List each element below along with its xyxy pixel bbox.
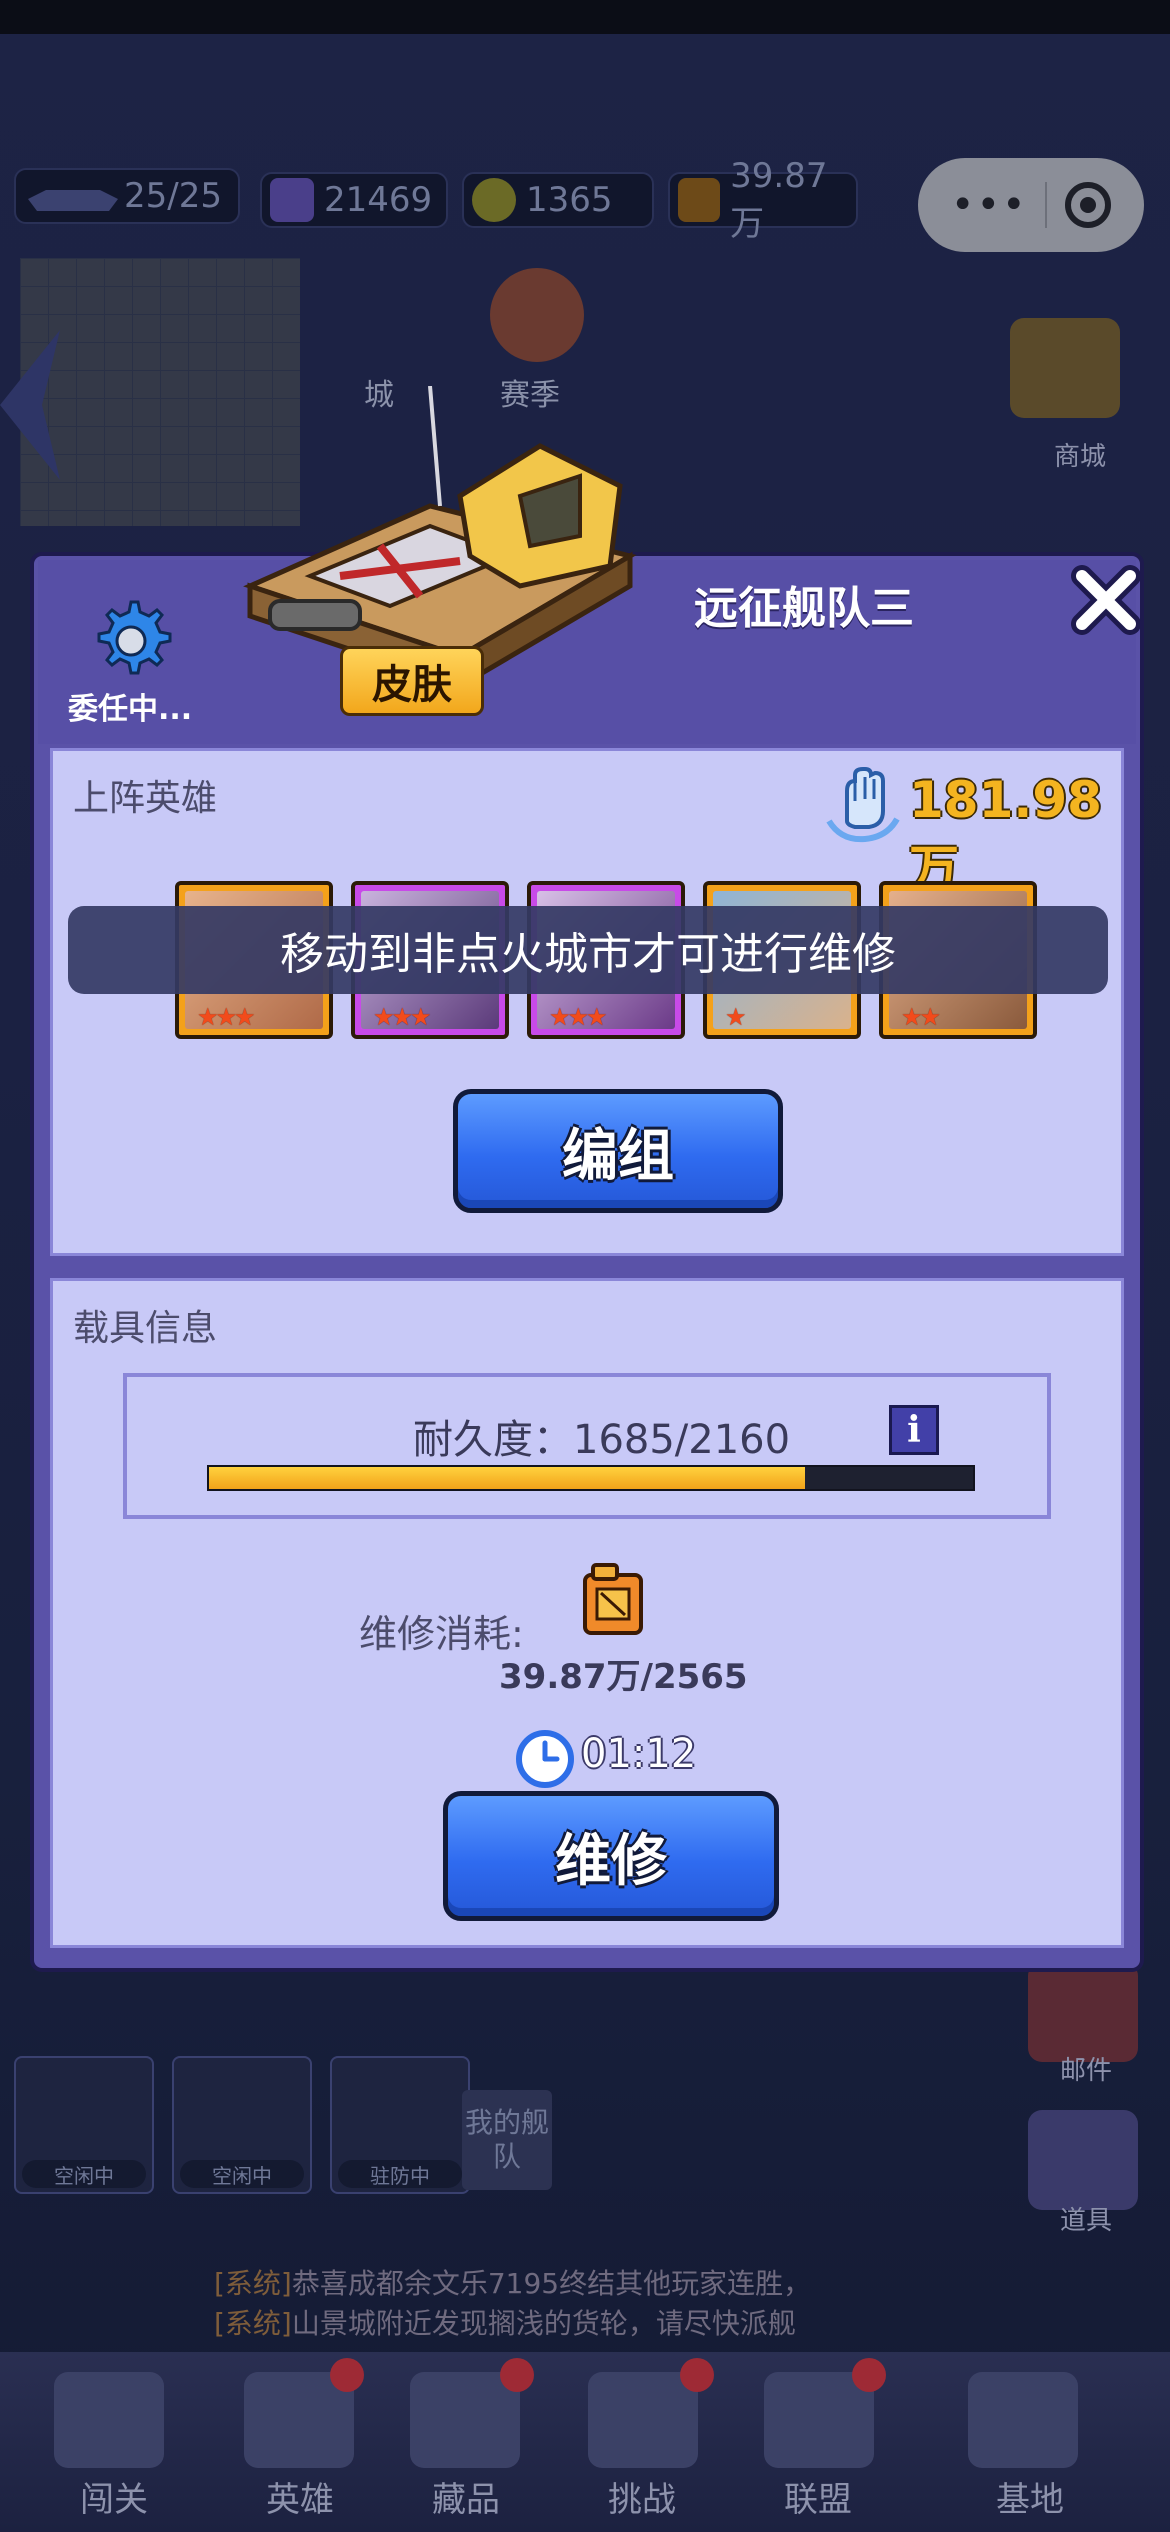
badge-dot [500, 2358, 534, 2392]
badge-dot [852, 2358, 886, 2392]
hero-stars: ★★★ [373, 1003, 432, 1031]
close-program-icon[interactable] [1065, 182, 1112, 228]
squad-status: 空闲中 [22, 2160, 146, 2188]
gear-icon[interactable] [86, 596, 176, 686]
nav-base[interactable]: 基地 [960, 2472, 1100, 2521]
nav-base-icon[interactable] [968, 2372, 1078, 2468]
vehicle-panel: 载具信息 耐久度：1685/2160 i 维修消耗: 39.87万/2565 0… [50, 1278, 1124, 1948]
currency1-value: 21469 [324, 180, 433, 220]
squad-card-3[interactable]: 驻防中 [330, 2056, 470, 2194]
system-text: 恭喜成都余文乐7195终结其他玩家连胜， [291, 2267, 812, 2300]
ship-icon [28, 190, 118, 211]
items-label: 道具 [1060, 2206, 1113, 2236]
more-icon[interactable]: ••• [951, 182, 1028, 228]
items-bag-icon[interactable] [1028, 2110, 1138, 2210]
nav-collection[interactable]: 藏品 [396, 2472, 536, 2521]
nav-hero[interactable]: 英雄 [230, 2472, 370, 2521]
nav-challenge-icon[interactable] [588, 2372, 698, 2468]
squad-card-2[interactable]: 空闲中 [172, 2056, 312, 2194]
nav-alliance[interactable]: 联盟 [748, 2472, 888, 2521]
hero-stars: ★★★ [549, 1003, 608, 1031]
fleet-count: 25/25 [124, 176, 222, 216]
hero-stars: ★★ [901, 1003, 941, 1031]
fist-power-icon [826, 767, 900, 843]
fleet-count-pill: 25/25 [14, 168, 240, 224]
capsule-divider [1045, 182, 1048, 228]
system-message-2: [系统]山景城附近发现搁浅的货轮，请尽快派舰 [214, 2302, 796, 2342]
fuel-value: 39.87万 [730, 155, 828, 244]
durability-progress-bar [207, 1465, 975, 1491]
system-message-1: [系统]恭喜成都余文乐7195终结其他玩家连胜， [214, 2262, 811, 2302]
mini-program-capsule[interactable]: ••• [918, 158, 1144, 252]
dialog-title: 远征舰队三 [694, 583, 914, 634]
anchor-icon[interactable] [490, 268, 584, 362]
fuel-can-icon [583, 1563, 643, 1635]
squad-card-1[interactable]: 空闲中 [14, 2056, 154, 2194]
squad-status: 空闲中 [180, 2160, 304, 2188]
hero-stars: ★★★ [197, 1003, 256, 1031]
my-fleet-tab[interactable]: 我的舰队 [462, 2090, 552, 2190]
close-icon[interactable] [1068, 562, 1144, 638]
vehicle-panel-title: 载具信息 [73, 1308, 218, 1349]
durability-box: 耐久度：1685/2160 i [123, 1373, 1051, 1519]
hero-stars: ★ [725, 1003, 746, 1031]
nav-stage[interactable]: 闯关 [44, 2472, 184, 2521]
fleet-dialog: 委任中... 皮肤 远征舰队三 上阵英雄 181.98万 ★★★ ★★★ ★★★… [30, 386, 1144, 1972]
durability-label: 耐久度：1685/2160 [413, 1417, 791, 1463]
currency2-value: 1365 [526, 180, 613, 220]
squad-status: 驻防中 [338, 2160, 462, 2188]
shop-label: 商城 [1054, 442, 1107, 472]
clock-icon [516, 1730, 574, 1788]
shop-icon[interactable] [1010, 318, 1120, 418]
fuel-pill: 39.87万 [668, 156, 858, 244]
info-icon[interactable]: i [889, 1405, 939, 1455]
badge-dot [680, 2358, 714, 2392]
currency1-pill: 21469 [260, 172, 448, 228]
badge-dot [330, 2358, 364, 2392]
currency2-pill: 1365 [462, 172, 654, 228]
durability-progress-fill [209, 1467, 805, 1489]
toast-message: 移动到非点火城市才可进行维修 [68, 906, 1108, 994]
bean-icon [472, 178, 516, 222]
system-text: 山景城附近发现搁浅的货轮，请尽快派舰 [291, 2307, 796, 2340]
coin-icon [270, 178, 314, 222]
status-bar [0, 0, 1170, 34]
fuel-can-icon [678, 178, 721, 222]
delegate-status-label: 委任中... [68, 692, 193, 727]
repair-cost-value: 39.87万/2565 [499, 1657, 748, 1697]
mail-label: 邮件 [1060, 2056, 1113, 2086]
skin-button[interactable]: 皮肤 [340, 646, 484, 716]
edit-team-button[interactable]: 编组 [453, 1089, 783, 1213]
nav-stage-icon[interactable] [54, 2372, 164, 2468]
nav-challenge[interactable]: 挑战 [572, 2472, 712, 2521]
system-tag: [系统] [214, 2267, 292, 2300]
repair-timer: 01:12 [581, 1731, 697, 1777]
heroes-panel: 上阵英雄 181.98万 ★★★ ★★★ ★★★ ★ ★★ 编组 [50, 748, 1124, 1256]
system-tag: [系统] [214, 2307, 292, 2340]
repair-button[interactable]: 维修 [443, 1791, 779, 1921]
mail-icon[interactable] [1028, 1962, 1138, 2062]
heroes-panel-title: 上阵英雄 [73, 778, 218, 819]
